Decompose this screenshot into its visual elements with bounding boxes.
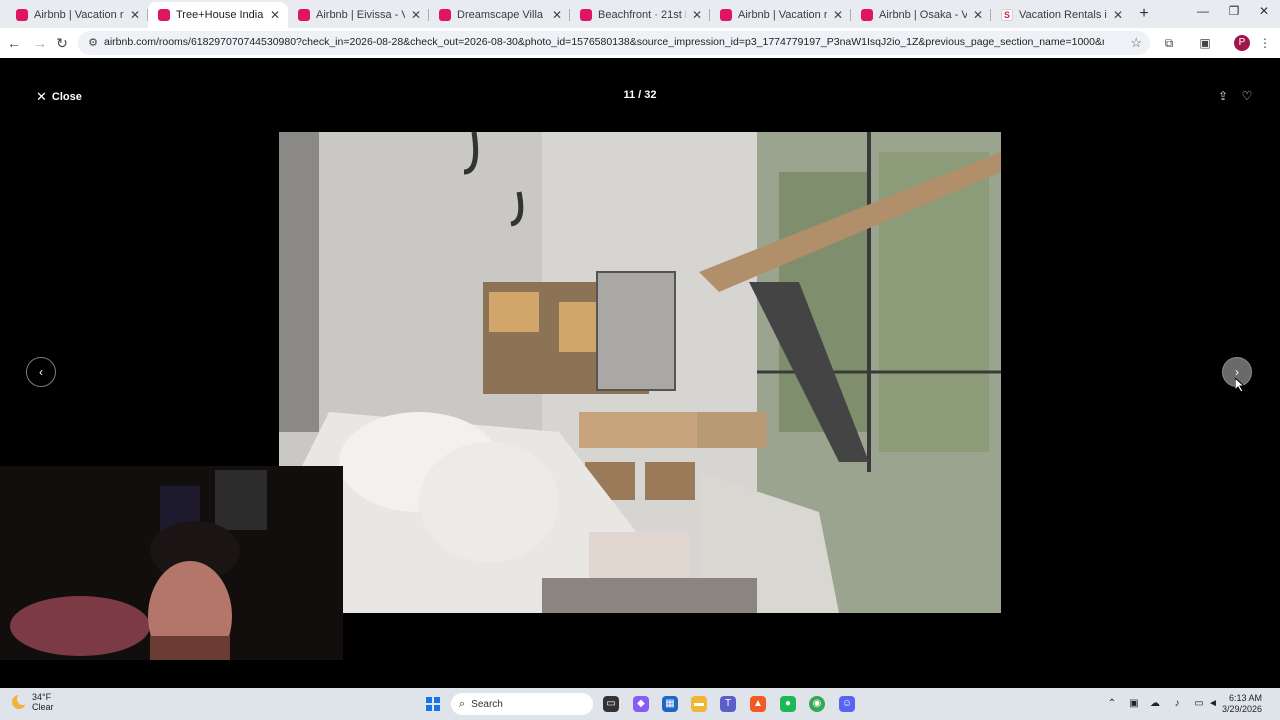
teams-icon[interactable]: T [720, 696, 736, 712]
taskbar-search[interactable]: ⌕ Search [451, 693, 593, 715]
address-bar[interactable]: ⚙ airbnb.com/rooms/618297070744530980?ch… [78, 31, 1150, 55]
tab-title: Airbnb | Vacation rentals, c [738, 9, 827, 21]
airbnb-icon [298, 9, 310, 21]
media-icon[interactable]: ▣ [1196, 34, 1214, 52]
browser-tab[interactable]: Airbnb | Eivissa - Vacation ✕ [288, 2, 429, 28]
restore-icon[interactable]: ❐ [1224, 4, 1244, 18]
windows-start-icon[interactable] [426, 697, 440, 711]
airbnb-icon [720, 9, 732, 21]
close-tab-icon[interactable]: ✕ [550, 8, 564, 22]
browser-tab[interactable]: S Vacation Rentals in Osaka ✕ [991, 2, 1131, 28]
airbnb-icon [16, 9, 28, 21]
close-tab-icon[interactable]: ✕ [831, 8, 845, 22]
discord-icon[interactable]: ☺ [839, 696, 855, 712]
browser-tab-active[interactable]: Tree+House Indian Point ✕ [148, 2, 288, 28]
tray-overflow-icon[interactable]: ⌃ [1105, 697, 1119, 711]
new-tab-icon[interactable]: + [1136, 5, 1152, 23]
airbnb-icon [580, 9, 592, 21]
close-button[interactable]: ✕ Close [36, 89, 82, 105]
app-icon[interactable]: ● [780, 696, 796, 712]
task-view-icon[interactable]: ▭ [603, 696, 619, 712]
brave-icon[interactable]: ▲ [750, 696, 766, 712]
tray-app-icon[interactable]: ▣ [1127, 697, 1141, 711]
extensions-icon[interactable]: ⧉ [1160, 34, 1178, 52]
clock-date: 3/29/2026 [1222, 704, 1263, 714]
reload-icon[interactable]: ↻ [52, 33, 72, 53]
tab-title: Airbnb | Eivissa - Vacation [316, 9, 405, 21]
airbnb-icon [861, 9, 873, 21]
browser-tab[interactable]: Airbnb | Vacation rentals, c ✕ [6, 2, 148, 28]
clock-time: 6:13 AM [1229, 693, 1263, 703]
close-tab-icon[interactable]: ✕ [268, 8, 282, 22]
chevron-right-icon: › [1235, 365, 1239, 379]
tab-title: Tree+House Indian Point [176, 9, 264, 21]
heart-icon[interactable]: ♡ [1239, 88, 1255, 104]
close-tab-icon[interactable]: ✕ [690, 8, 704, 22]
volume-icon[interactable]: ◄ [1206, 697, 1220, 711]
close-tab-icon[interactable]: ✕ [409, 8, 423, 22]
chrome-icon[interactable]: ◉ [809, 696, 825, 712]
site-info-icon[interactable]: ⚙ [86, 36, 100, 50]
url-text[interactable]: airbnb.com/rooms/618297070744530980?chec… [104, 36, 1104, 48]
minimize-icon[interactable]: — [1193, 4, 1213, 18]
tab-title: Airbnb | Osaka - Vacation [879, 9, 967, 21]
file-explorer-icon[interactable]: ▬ [691, 696, 707, 712]
bedroom-photo-icon [279, 132, 1001, 613]
tab-title: Beachfront · 21st Floor - Co [598, 9, 686, 21]
webcam-overlay [0, 466, 343, 660]
browser-tab[interactable]: Dreamscape Villa by Fidali ✕ [429, 2, 570, 28]
close-tab-icon[interactable]: ✕ [971, 8, 985, 22]
listing-photo [279, 132, 1001, 613]
tab-title: Airbnb | Vacation rentals, c [34, 9, 124, 21]
previous-photo-button[interactable]: ‹ [26, 357, 56, 387]
browser-tab[interactable]: Airbnb | Osaka - Vacation ✕ [851, 2, 991, 28]
close-icon: ✕ [36, 89, 47, 104]
tab-title: Dreamscape Villa by Fidali [457, 9, 546, 21]
weather-widget[interactable]: 34°F Clear [12, 692, 54, 712]
system-clock[interactable]: 6:13 AM 3/29/2026 [1222, 693, 1262, 715]
weather-desc: Clear [32, 702, 54, 712]
moon-icon [12, 693, 29, 709]
profile-avatar[interactable]: P [1234, 35, 1250, 51]
close-window-icon[interactable]: ✕ [1254, 4, 1274, 18]
photo-counter: 11 / 32 [623, 89, 657, 101]
mouse-cursor-icon [1235, 378, 1245, 392]
tab-title: Vacation Rentals in Osaka [1019, 9, 1107, 21]
airbnb-icon [439, 9, 451, 21]
photo-tour-modal: ✕ Close 11 / 32 ⇪ ♡ ‹ › [0, 58, 1280, 688]
copilot-icon[interactable]: ◆ [633, 696, 649, 712]
airbnb-icon [158, 9, 170, 21]
chevron-left-icon: ‹ [39, 365, 43, 379]
tab-strip: Airbnb | Vacation rentals, c ✕ Tree+Hous… [0, 0, 1280, 28]
store-icon[interactable]: ▦ [662, 696, 678, 712]
close-label: Close [51, 91, 82, 103]
back-icon[interactable]: ← [4, 33, 24, 53]
search-icon: ⌕ [459, 697, 466, 710]
weather-temp: 34°F [32, 692, 52, 702]
monitor-icon[interactable]: ▭ [1192, 697, 1206, 711]
close-tab-icon[interactable]: ✕ [1111, 8, 1125, 22]
share-icon[interactable]: ⇪ [1215, 88, 1231, 104]
forward-icon[interactable]: → [30, 33, 50, 53]
menu-icon[interactable]: ⋮ [1256, 34, 1274, 52]
search-label: Search [471, 698, 503, 710]
microphone-icon[interactable]: ♪ [1170, 697, 1184, 711]
webcam-feed-icon [0, 466, 343, 660]
bookmark-star-icon[interactable]: ☆ [1130, 35, 1142, 51]
browser-tab[interactable]: Airbnb | Vacation rentals, c ✕ [710, 2, 851, 28]
site-s-icon: S [1001, 9, 1013, 21]
browser-tab[interactable]: Beachfront · 21st Floor - Co ✕ [570, 2, 710, 28]
close-tab-icon[interactable]: ✕ [128, 8, 142, 22]
cloud-icon[interactable]: ☁ [1148, 697, 1162, 711]
windows-taskbar: 34°F Clear ⌕ Search ▭ ◆ ▦ ▬ T ▲ ● ◉ ☺ ⌃ … [0, 688, 1280, 720]
browser-toolbar: ← → ↻ ⚙ airbnb.com/rooms/618297070744530… [0, 28, 1280, 58]
